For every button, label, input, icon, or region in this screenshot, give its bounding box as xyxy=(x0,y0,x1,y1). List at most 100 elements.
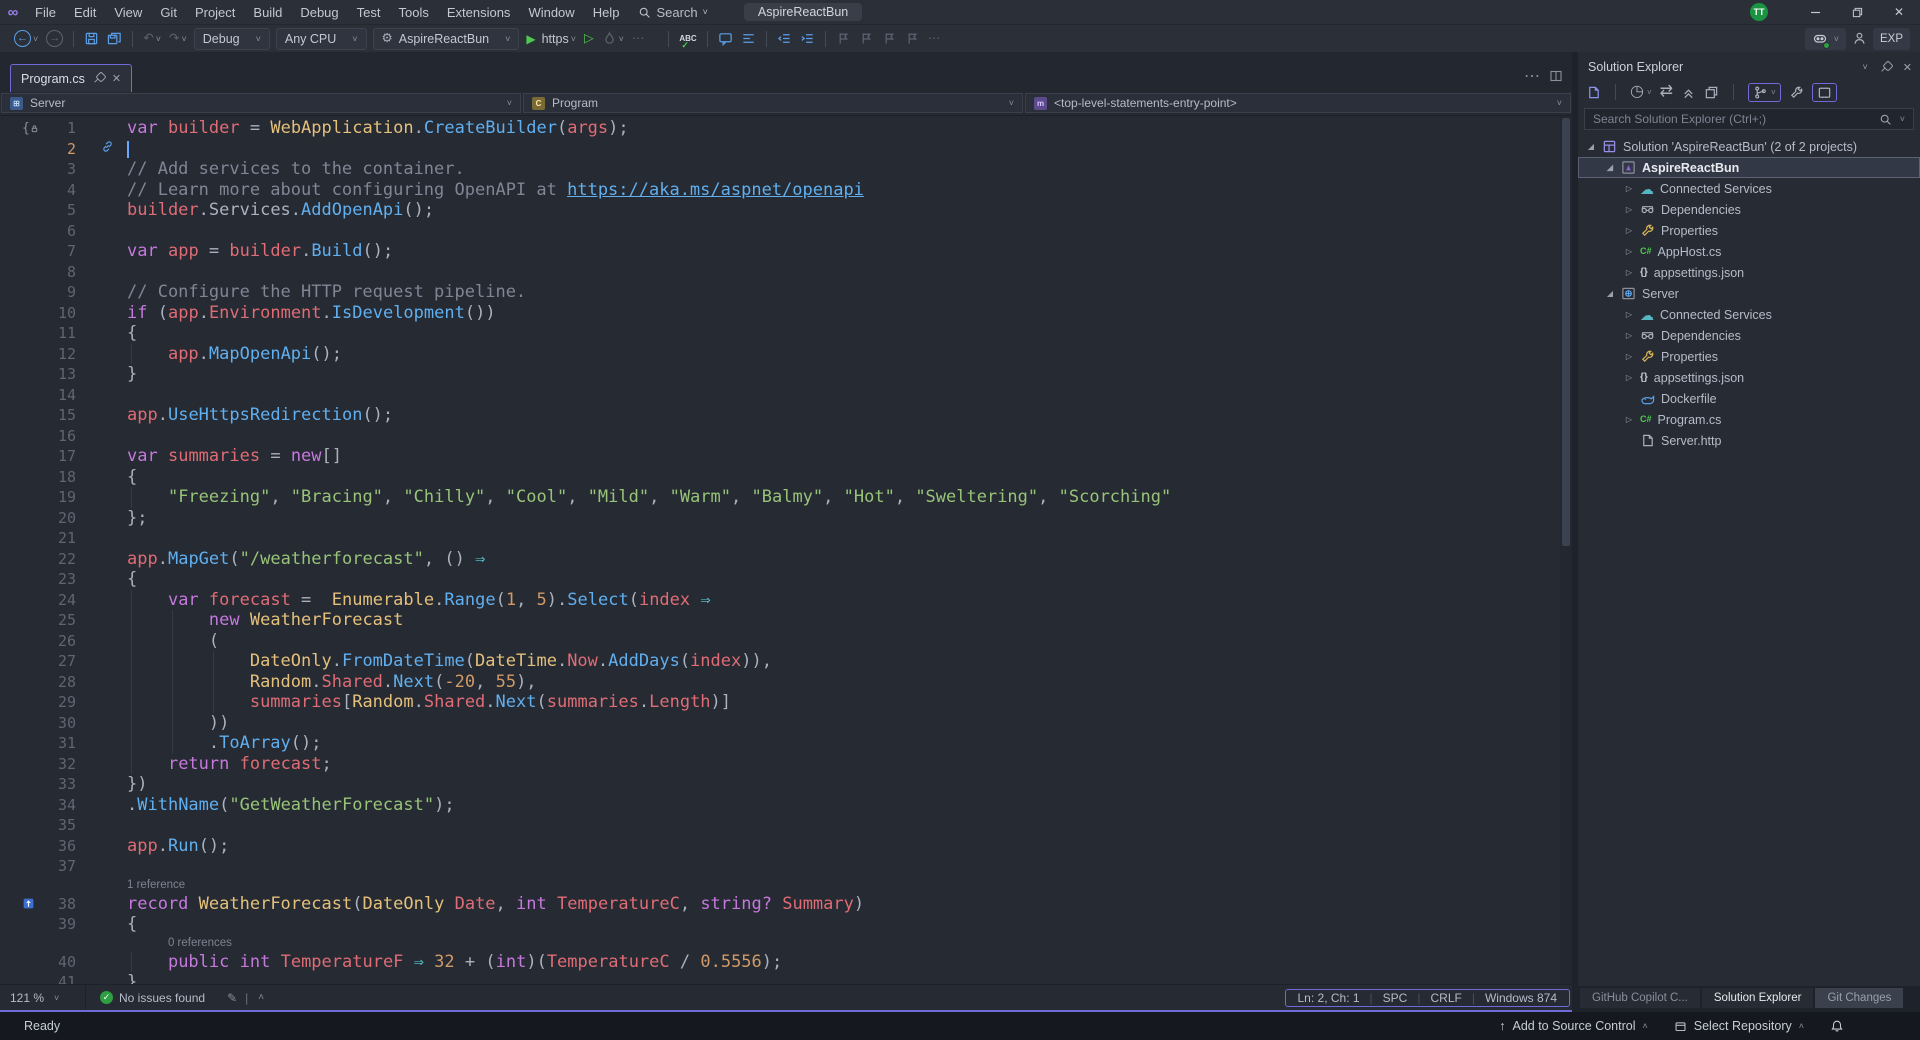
code-line-26[interactable]: 26 ( xyxy=(0,631,1572,652)
scrollbar-thumb[interactable] xyxy=(1562,118,1570,546)
user-avatar[interactable]: TT xyxy=(1750,3,1768,21)
properties-window-button[interactable] xyxy=(1704,85,1719,100)
expander-collapsed-icon[interactable]: ▷ xyxy=(1624,373,1634,382)
toolbar-overflow-button[interactable]: ⋯ xyxy=(628,28,649,50)
add-to-source-control-button[interactable]: ↑ Add to Source Control ˄ xyxy=(1499,1019,1648,1033)
code-line-27[interactable]: 27 DateOnly.FromDateTime(DateTime.Now.Ad… xyxy=(0,651,1572,672)
code-line-40[interactable]: 40 public int TemperatureF ⇒ 32 + (int)(… xyxy=(0,952,1572,973)
code-line-16[interactable]: 16 xyxy=(0,426,1572,447)
menu-debug[interactable]: Debug xyxy=(291,0,347,24)
expander-collapsed-icon[interactable]: ▷ xyxy=(1624,184,1634,193)
code-line-10[interactable]: 10if (app.Environment.IsDevelopment()) xyxy=(0,303,1572,324)
code-line-30[interactable]: 30 )) xyxy=(0,713,1572,734)
code-line-31[interactable]: 31 .ToArray(); xyxy=(0,733,1572,754)
codelens-references[interactable]: 1 reference xyxy=(127,879,185,891)
hot-reload-button[interactable]: ˅ xyxy=(598,28,628,50)
solution-search-input[interactable] xyxy=(1593,112,1871,126)
code-line-6[interactable]: 6 xyxy=(0,221,1572,242)
code-line-18[interactable]: 18{ xyxy=(0,467,1572,488)
tree-item-appsettings-json[interactable]: ▷{}appsettings.json xyxy=(1578,367,1920,388)
code-line-21[interactable]: 21 xyxy=(0,528,1572,549)
code-line-29[interactable]: 29 summaries[Random.Shared.Next(summarie… xyxy=(0,692,1572,713)
tree-item-server[interactable]: ◢Server xyxy=(1578,283,1920,304)
expander-collapsed-icon[interactable]: ▷ xyxy=(1624,226,1634,235)
switch-views-button[interactable] xyxy=(1586,85,1601,100)
increase-indent-button[interactable] xyxy=(796,28,819,50)
file-encoding[interactable]: Windows 874 xyxy=(1485,991,1557,1005)
restore-button[interactable] xyxy=(1836,0,1878,24)
experimental-badge[interactable]: EXP xyxy=(1873,28,1910,50)
code-line-35[interactable]: 35 xyxy=(0,815,1572,836)
menu-git[interactable]: Git xyxy=(151,0,186,24)
code-line-33[interactable]: 33}) xyxy=(0,774,1572,795)
copilot-badge[interactable]: ˅ xyxy=(1805,28,1846,50)
tree-item-server-http[interactable]: Server.http xyxy=(1578,430,1920,451)
code-line-39[interactable]: 39{ xyxy=(0,914,1572,935)
start-debugging-button[interactable]: ▶https˅ xyxy=(522,28,580,50)
close-panel-icon[interactable]: ✕ xyxy=(1903,61,1912,74)
code-line-19[interactable]: 19 "Freezing", "Bracing", "Chilly", "Coo… xyxy=(0,487,1572,508)
code-line-4[interactable]: 4// Learn more about configuring OpenAPI… xyxy=(0,180,1572,201)
close-tab-icon[interactable]: ✕ xyxy=(112,72,121,85)
navbar-type-dropdown[interactable]: C Program ˅ xyxy=(523,93,1023,113)
menu-project[interactable]: Project xyxy=(186,0,244,24)
chevron-down-icon[interactable]: ˅ xyxy=(1863,62,1868,72)
code-line-9[interactable]: 9// Configure the HTTP request pipeline. xyxy=(0,282,1572,303)
tree-item-aspirereactbun[interactable]: ◢AspireReactBun xyxy=(1578,157,1920,178)
send-feedback-icon[interactable] xyxy=(1852,31,1867,46)
pin-icon[interactable] xyxy=(1880,62,1891,73)
code-line-3[interactable]: 3// Add services to the container. xyxy=(0,159,1572,180)
expander-expanded-icon[interactable]: ◢ xyxy=(1605,289,1615,298)
code-line-13[interactable]: 13} xyxy=(0,364,1572,385)
toggle-comment-button[interactable] xyxy=(714,28,737,50)
code-line-25[interactable]: 25 new WeatherForecast xyxy=(0,610,1572,631)
navbar-member-dropdown[interactable]: m <top-level-statements-entry-point> ˅ xyxy=(1025,93,1571,113)
code-line-41[interactable]: 41} xyxy=(0,972,1572,984)
menu-window[interactable]: Window xyxy=(519,0,583,24)
navigate-backward-button[interactable]: ←˅ xyxy=(10,28,42,50)
zoom-control[interactable]: 121 % ˅ xyxy=(0,985,86,1010)
collapse-bar-icon[interactable]: ˄ xyxy=(258,992,264,1003)
startup-projects-dropdown[interactable]: ⚙AspireReactBun˅ xyxy=(373,28,520,50)
decrease-indent-button[interactable] xyxy=(773,28,796,50)
tree-item-connected-services[interactable]: ▷☁Connected Services xyxy=(1578,304,1920,325)
next-bookmark-button[interactable] xyxy=(878,28,901,50)
tab-overflow-icon[interactable]: ⋯ xyxy=(1524,66,1540,86)
code-line-15[interactable]: 15app.UseHttpsRedirection(); xyxy=(0,405,1572,426)
line-endings[interactable]: CRLF xyxy=(1430,991,1461,1005)
expander-expanded-icon[interactable]: ◢ xyxy=(1586,142,1596,151)
close-button[interactable]: ✕ xyxy=(1878,0,1920,24)
collapse-all-button[interactable] xyxy=(1681,85,1696,100)
editor-scrollbar[interactable] xyxy=(1560,116,1572,984)
toggle-bookmark-button[interactable] xyxy=(832,28,855,50)
issues-indicator[interactable]: ✓ No issues found xyxy=(86,991,219,1005)
code-line-14[interactable]: 14 xyxy=(0,385,1572,406)
spell-check-button[interactable]: ABC✓ xyxy=(675,28,700,50)
properties-button[interactable] xyxy=(1789,85,1804,100)
menu-build[interactable]: Build xyxy=(244,0,291,24)
redo-button[interactable]: ↷˅ xyxy=(165,28,191,50)
tab-program-cs[interactable]: Program.cs ✕ xyxy=(10,64,132,92)
notifications-bell-icon[interactable] xyxy=(1830,1019,1844,1033)
navbar-project-dropdown[interactable]: ⊞ Server ˅ xyxy=(1,93,521,113)
menu-edit[interactable]: Edit xyxy=(65,0,105,24)
start-without-debugging-button[interactable]: ▷ xyxy=(580,28,598,50)
code-line-11[interactable]: 11{ xyxy=(0,323,1572,344)
code-line-17[interactable]: 17var summaries = new[] xyxy=(0,446,1572,467)
previous-bookmark-button[interactable] xyxy=(855,28,878,50)
tree-item-apphost-cs[interactable]: ▷C#AppHost.cs xyxy=(1578,241,1920,262)
code-line-20[interactable]: 20}; xyxy=(0,508,1572,529)
code-line-8[interactable]: 8 xyxy=(0,262,1572,283)
code-line-2[interactable]: 2 xyxy=(0,139,1572,160)
expander-collapsed-icon[interactable]: ▷ xyxy=(1624,247,1634,256)
tool-tab-github-copilot-c-[interactable]: GitHub Copilot C... xyxy=(1580,988,1700,1008)
expander-collapsed-icon[interactable]: ▷ xyxy=(1624,310,1634,319)
code-line-37[interactable]: 37 xyxy=(0,856,1572,877)
code-line-12[interactable]: 12 app.MapOpenApi(); xyxy=(0,344,1572,365)
search-menu[interactable]: Search ˅ xyxy=(628,0,717,24)
minimize-button[interactable] xyxy=(1794,0,1836,24)
indentation-mode[interactable]: SPC xyxy=(1383,991,1408,1005)
tree-item-properties[interactable]: ▷Properties xyxy=(1578,346,1920,367)
split-window-icon[interactable] xyxy=(1550,70,1562,82)
code-line-34[interactable]: 34.WithName("GetWeatherForecast"); xyxy=(0,795,1572,816)
